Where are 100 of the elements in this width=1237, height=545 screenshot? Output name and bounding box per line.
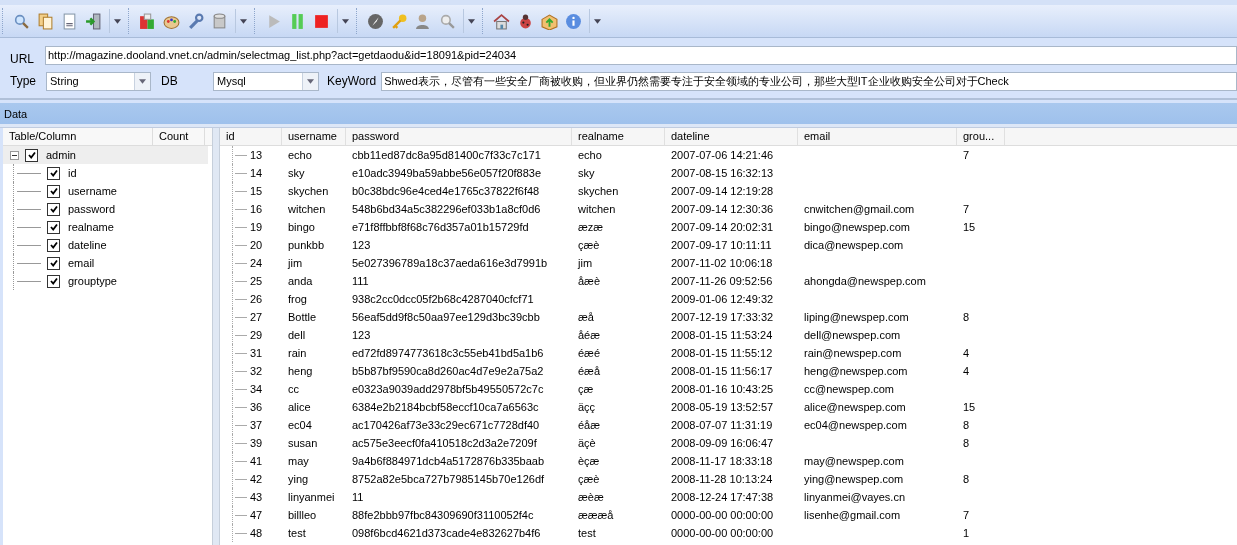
dropdown-arrow-icon[interactable] — [139, 78, 146, 84]
tree-item[interactable]: dateline — [68, 239, 107, 251]
keyword-field[interactable]: Shwed表示，尽管有一些安全厂商被收购，但业界仍然需要专注于安全领域的专业公司，那些大型IT企业收购安全公司对于Check — [381, 71, 1237, 91]
table-cell: èçæ — [578, 455, 600, 467]
checkbox[interactable] — [47, 274, 60, 288]
table-cell: äçç — [578, 401, 596, 413]
table-cell: 56eaf5dd9f8c50aa97ee129d3bc39cbb — [352, 311, 540, 323]
checkbox[interactable] — [25, 148, 38, 162]
table-cell: æææå — [578, 509, 614, 521]
table-cell: æzæ — [578, 221, 604, 233]
column-header[interactable]: dateline — [665, 128, 798, 145]
checkbox[interactable] — [47, 166, 60, 180]
table-cell: 1 — [963, 527, 970, 539]
box-upload-icon[interactable] — [541, 12, 558, 30]
dropdown-arrow-icon[interactable] — [307, 78, 314, 84]
tree-item[interactable]: id — [68, 167, 77, 179]
db-select[interactable]: Mysql — [213, 71, 319, 91]
table-cell: liping@newspep.com — [804, 311, 909, 323]
user-icon[interactable] — [415, 12, 432, 30]
table-cell: bingo — [288, 221, 315, 233]
table-cell: heng — [288, 365, 313, 377]
tree-item[interactable]: admin — [46, 149, 76, 161]
table-cell: 2008-01-15 11:53:24 — [671, 329, 773, 341]
dropdown-arrow-icon[interactable] — [337, 9, 352, 33]
table-cell: çæè — [578, 239, 600, 251]
table-cell: 123 — [352, 329, 371, 341]
table-cell: 2007-09-17 10:11:11 — [671, 239, 772, 251]
table-cell: ac575e3eecf0fa410518c2d3a2e7209f — [352, 437, 537, 449]
table-cell: may — [288, 455, 309, 467]
checkbox[interactable] — [47, 220, 60, 234]
documents-icon[interactable] — [37, 12, 54, 30]
compass-icon[interactable] — [367, 12, 384, 30]
column-header[interactable]: grou... — [957, 128, 1005, 145]
blocks-icon[interactable] — [139, 12, 156, 30]
dropdown-arrow-icon[interactable] — [589, 9, 604, 33]
table-cell: Bottle — [288, 311, 317, 323]
column-header[interactable]: password — [346, 128, 572, 145]
column-header[interactable]: username — [282, 128, 346, 145]
collapse-icon[interactable] — [10, 150, 19, 160]
checkbox[interactable] — [47, 238, 60, 252]
column-header[interactable]: Count — [153, 128, 205, 145]
url-field[interactable]: http://magazine.dooland.vnet.cn/admin/selectmag_list.php?act=getdaodu&id=18091&pid=24034 — [45, 45, 1237, 65]
column-header[interactable]: realname — [572, 128, 665, 145]
search-icon[interactable] — [13, 12, 30, 30]
table-cell: 2008-11-17 18:33:18 — [671, 455, 773, 467]
column-header[interactable]: id — [220, 128, 282, 145]
stop-icon[interactable] — [313, 12, 330, 30]
table-cell: alice — [288, 401, 311, 413]
table-cell: 8 — [963, 419, 970, 431]
table-cell: 37 — [250, 419, 263, 431]
table-cell: linyanmei — [288, 491, 335, 503]
table-cell: ac170426af73e33c29ec671c7728df40 — [352, 419, 540, 431]
database-icon[interactable] — [211, 12, 228, 30]
checkbox[interactable] — [47, 256, 60, 270]
column-header[interactable]: email — [798, 128, 957, 145]
table-cell: 2008-11-28 10:13:24 — [671, 473, 773, 485]
table-cell: 27 — [250, 311, 263, 323]
tree-item[interactable]: grouptype — [68, 275, 117, 287]
info-icon[interactable] — [565, 12, 582, 30]
table-cell: çæè — [578, 473, 600, 485]
table-cell: jim — [578, 257, 593, 269]
dropdown-arrow-icon[interactable] — [109, 9, 124, 33]
table-cell: 2008-05-19 13:52:57 — [671, 401, 774, 413]
url-label: URL — [9, 52, 35, 66]
wrench-icon[interactable] — [187, 12, 204, 30]
column-header[interactable]: Table/Column — [3, 128, 153, 145]
table-cell: 5e027396789a18c37aeda616e3d7991b — [352, 257, 548, 269]
table-cell: may@newspep.com — [804, 455, 904, 467]
table-cell: 7 — [963, 509, 970, 521]
table-cell: cc — [288, 383, 299, 395]
exit-icon[interactable] — [85, 12, 102, 30]
bug-icon[interactable] — [517, 12, 534, 30]
document-icon[interactable] — [61, 12, 78, 30]
keyword-label: KeyWord — [326, 74, 378, 88]
table-cell: æèæ — [578, 491, 604, 503]
home-icon[interactable] — [493, 12, 510, 30]
table-cell: test — [288, 527, 306, 539]
table-cell: 8 — [963, 437, 970, 449]
table-cell: 2007-07-06 14:21:46 — [671, 149, 774, 161]
checkbox[interactable] — [47, 184, 60, 198]
table-cell: lisenhe@gmail.com — [804, 509, 901, 521]
tree-item[interactable]: username — [68, 185, 117, 197]
tree-item[interactable]: email — [68, 257, 95, 269]
table-cell: cnwitchen@gmail.com — [804, 203, 915, 215]
table-cell: 2008-01-15 11:56:17 — [671, 365, 773, 377]
checkbox[interactable] — [47, 202, 60, 216]
table-cell: çæ — [578, 383, 594, 395]
table-cell: jim — [288, 257, 303, 269]
splitter-handle[interactable] — [212, 128, 220, 545]
table-cell: ying@newspep.com — [804, 473, 904, 485]
tree-item[interactable]: password — [68, 203, 116, 215]
table-cell: cbb11ed87dc8a95d81400c7f33c7c171 — [352, 149, 541, 161]
type-select[interactable]: String — [46, 71, 151, 91]
dropdown-arrow-icon[interactable] — [463, 9, 478, 33]
tree-item[interactable]: realname — [68, 221, 114, 233]
dropdown-arrow-icon[interactable] — [235, 9, 250, 33]
table-cell: 0000-00-00 00:00:00 — [671, 509, 774, 521]
table-cell: 31 — [250, 347, 263, 359]
table-cell: 11 — [352, 491, 364, 503]
table-cell: ying — [288, 473, 309, 485]
